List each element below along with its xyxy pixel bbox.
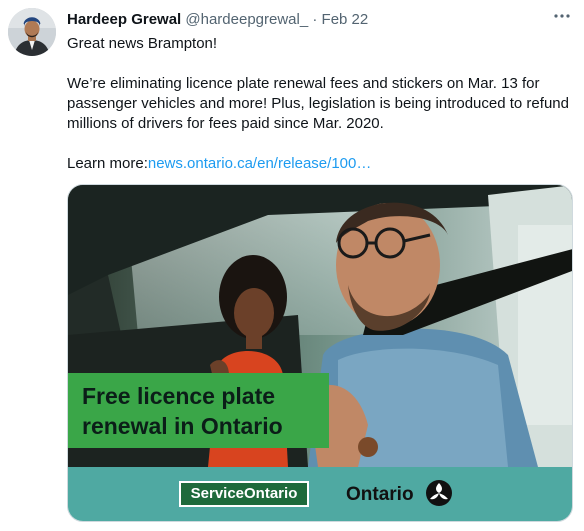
more-options-button[interactable] xyxy=(548,6,576,28)
learn-more-line: Learn more:news.ontario.ca/en/release/10… xyxy=(67,154,575,174)
tweet-header: Hardeep Grewal @hardeepgrewal_ · Feb 22 xyxy=(67,10,574,30)
headline-text: Free licence plate renewal in Ontario xyxy=(82,381,322,441)
tweet-text: Great news Brampton! We’re eliminating l… xyxy=(67,34,575,174)
more-horizontal-icon xyxy=(554,14,570,18)
ontario-logo-text: Ontario xyxy=(346,484,414,505)
learn-more-label: Learn more: xyxy=(67,155,148,172)
release-link[interactable]: news.ontario.ca/en/release/100… xyxy=(148,155,371,172)
author-name[interactable]: Hardeep Grewal xyxy=(67,11,181,28)
headline-banner: Free licence plate renewal in Ontario xyxy=(68,373,329,448)
headline-line-2: renewal in Ontario xyxy=(82,413,283,439)
tweet-date[interactable]: Feb 22 xyxy=(322,11,369,28)
tweet-media-image[interactable]: Free licence plate renewal in Ontario Se… xyxy=(67,184,573,522)
service-ontario-logo: ServiceOntario xyxy=(179,481,309,507)
tweet-paragraph: Great news Brampton! xyxy=(67,35,218,52)
headline-line-1: Free licence plate xyxy=(82,383,276,409)
avatar[interactable] xyxy=(8,8,56,56)
ontario-trillium-icon xyxy=(426,480,452,506)
logo-footer: ServiceOntario Ontario xyxy=(68,467,572,521)
tweet-paragraph: We’re eliminating licence plate renewal … xyxy=(67,75,569,132)
tweet-card[interactable]: Hardeep Grewal @hardeepgrewal_ · Feb 22 … xyxy=(0,0,584,531)
header-separator: · xyxy=(312,11,318,28)
avatar-image xyxy=(8,8,56,56)
author-handle[interactable]: @hardeepgrewal_ xyxy=(185,11,308,28)
